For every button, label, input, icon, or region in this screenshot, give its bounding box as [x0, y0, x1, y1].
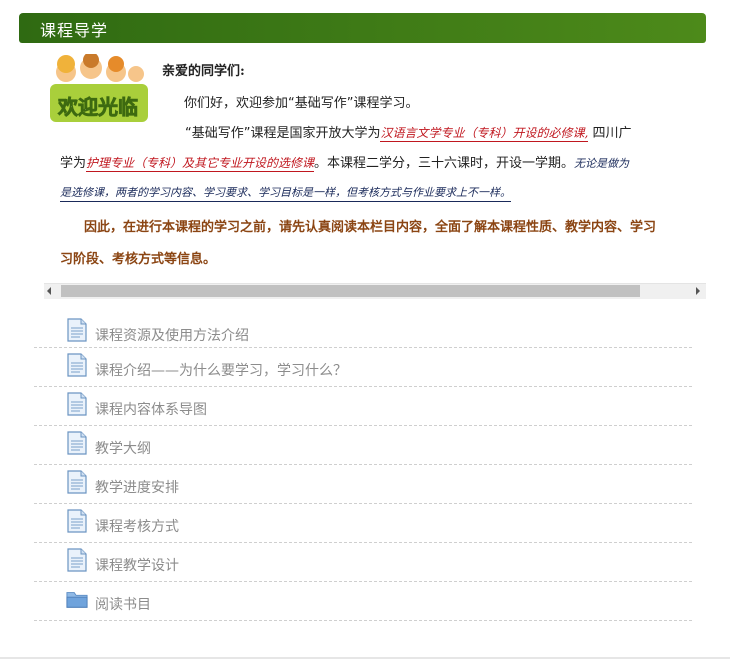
document-icon	[67, 509, 87, 533]
list-item[interactable]: 阅读书目	[34, 582, 692, 621]
handwritten-note: 汉语言文学专业（专科）开设的必修课,	[380, 126, 589, 142]
list-item[interactable]: 课程内容体系导图	[34, 387, 692, 426]
link-label[interactable]: 课程资源及使用方法介绍	[95, 325, 249, 345]
list-item[interactable]: 课程资源及使用方法介绍	[34, 312, 692, 348]
document-icon	[67, 392, 87, 416]
intro-paragraph-line: 学为护理专业（专科）及其它专业开设的选修课。本课程二学分，三十六课时，开设一学期…	[60, 152, 630, 172]
link-label[interactable]: 教学大纲	[95, 438, 151, 458]
list-item[interactable]: 课程介绍——为什么要学习，学习什么？	[34, 348, 692, 387]
folder-icon	[66, 592, 88, 608]
list-item[interactable]: 课程教学设计	[34, 543, 692, 582]
intro-panel: 欢迎光临 亲爱的同学们: 你们好，欢迎参加“基础写作”课程学习。 “基础写作”课…	[44, 50, 706, 284]
svg-text:欢迎光临: 欢迎光临	[57, 95, 138, 119]
intro-greeting: 你们好，欢迎参加“基础写作”课程学习。	[184, 96, 419, 111]
section-header: 课程导学	[19, 13, 706, 43]
intro-text: “基础写作”课程是国家开放大学为	[185, 126, 381, 141]
list-item[interactable]: 课程考核方式	[34, 504, 692, 543]
intro-emphasis: 因此，在进行本课程的学习之前，请先认真阅读本栏目内容，全面了解本课程性质、教学内…	[84, 220, 657, 235]
link-label[interactable]: 课程内容体系导图	[95, 399, 207, 419]
link-label[interactable]: 课程介绍——为什么要学习，学习什么？	[95, 360, 347, 380]
link-label[interactable]: 阅读书目	[95, 594, 151, 614]
section-title: 课程导学	[40, 21, 109, 40]
document-icon	[67, 470, 87, 494]
list-item[interactable]: 教学进度安排	[34, 465, 692, 504]
resource-link-list: 课程资源及使用方法介绍 课程介绍——为什么要学习，学习什么？ 课程内容体系导图 …	[34, 312, 692, 621]
intro-text: 四川广	[592, 126, 632, 141]
welcome-banner-image: 欢迎光临	[50, 54, 148, 122]
intro-paragraph-line: “基础写作”课程是国家开放大学为汉语言文学专业（专科）开设的必修课, 四川广	[185, 122, 632, 142]
link-label[interactable]: 课程教学设计	[95, 555, 179, 575]
document-icon	[67, 431, 87, 455]
link-label[interactable]: 课程考核方式	[95, 516, 179, 536]
handwritten-note: 是选修课，两者的学习内容、学习要求、学习目标是一样，但考核方式与作业要求上不一样…	[60, 184, 511, 202]
scroll-left-icon[interactable]	[47, 287, 51, 295]
scroll-right-icon[interactable]	[696, 287, 700, 295]
handwritten-note: 无论是做为	[574, 157, 630, 170]
list-item[interactable]: 教学大纲	[34, 426, 692, 465]
document-icon	[67, 318, 87, 342]
intro-text: 。本课程二学分，三十六课时，开设一学期。	[314, 156, 575, 171]
bottom-divider	[0, 657, 730, 659]
document-icon	[67, 548, 87, 572]
scrollbar-thumb[interactable]	[61, 285, 640, 297]
handwritten-note: 护理专业（专科）及其它专业开设的选修课	[86, 156, 315, 172]
link-label[interactable]: 教学进度安排	[95, 477, 179, 497]
document-icon	[67, 353, 87, 377]
intro-text: 学为	[60, 156, 87, 171]
salutation: 亲爱的同学们:	[162, 64, 245, 79]
horizontal-scrollbar[interactable]	[44, 283, 706, 299]
intro-emphasis: 习阶段、考核方式等信息。	[60, 252, 217, 267]
